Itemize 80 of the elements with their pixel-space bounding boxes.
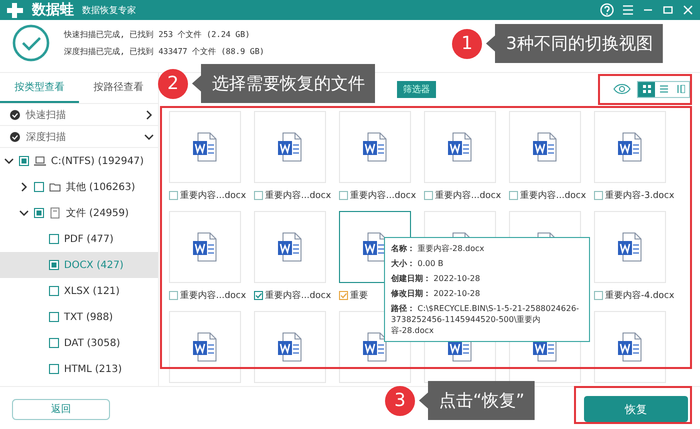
checkbox[interactable] [169,290,178,300]
checkbox[interactable] [19,156,29,166]
checkbox[interactable] [34,208,44,218]
scan-result-text: 深度扫描已完成, 已找到 433477 个文件 (88.9 GB) [64,46,264,57]
callout-box: 点击“恢复” [419,381,535,420]
close-icon[interactable] [682,4,694,16]
tooltip-line: 修改日期： 2022-10-28 [391,288,482,299]
checkbox[interactable] [339,290,348,300]
checkbox[interactable] [594,190,603,200]
file-name: 重要内容...docx [435,190,502,202]
folder-icon [49,181,61,193]
tooltip-line: 路径： C:\$RECYCLE.BIN\S-1-5-21-2588024626-3738252456-1145944520-500\重要内容-28.docx [391,303,580,336]
tree-item[interactable]: PDF (477) [0,226,158,252]
file-name: 重要内容...docx [350,190,416,202]
chevron-down-icon[interactable] [19,208,29,218]
checkmark-circle-icon [12,24,50,62]
check-circle-icon [10,132,20,142]
checkbox[interactable] [254,290,263,300]
drive-icon [34,155,46,167]
filter-button[interactable]: 筛选器 [397,80,436,98]
checkbox[interactable] [49,234,59,244]
chevron-down-icon[interactable] [144,132,154,142]
checkbox[interactable] [509,190,518,200]
file-name: 重要内容...docx [265,290,332,302]
tooltip-line: 创建日期： 2022-10-28 [391,273,482,284]
list-view-icon[interactable] [660,85,668,93]
scan-section-label[interactable]: 快速扫描 [26,108,138,122]
back-button[interactable]: 返回 [12,398,110,420]
menu-icon[interactable] [622,4,634,16]
view-tab[interactable]: 按路径查看 [79,73,158,103]
checkbox[interactable] [339,190,348,200]
app-name: 数据蛙 [32,1,74,19]
file-name: 重要内容...docx [520,190,586,202]
view-tab[interactable]: 按类型查看 [0,73,79,103]
checkbox[interactable] [49,286,59,296]
callout-box: 3种不同的切换视图 [486,24,663,63]
checkbox[interactable] [49,260,59,270]
step-number-badge: 1 [452,28,482,58]
view-mode-button[interactable] [638,82,655,96]
file-icon [49,207,61,219]
checkbox[interactable] [34,182,44,192]
checkbox[interactable] [49,312,59,322]
tree-item[interactable]: HTML (213) [0,356,158,382]
tree-item[interactable]: 文件 (24959) [0,200,158,226]
file-name: 重要内容...docx [180,290,246,302]
checkbox[interactable] [424,190,433,200]
tree-item[interactable]: TXT (988) [0,304,158,330]
tree-item[interactable]: 其他 (106263) [0,174,158,200]
checkbox[interactable] [594,290,603,300]
app-subtitle: 数据恢复专家 [82,4,136,16]
check-circle-icon [10,110,20,120]
chevron-down-icon[interactable] [4,156,14,166]
tree-item[interactable]: DAT (3058) [0,330,158,356]
logo-icon [6,2,24,18]
scan-result-text: 快速扫描已完成, 已找到 253 个文件 (2.24 GB) [64,29,251,40]
tree-item[interactable]: XLSX (121) [0,278,158,304]
checkbox[interactable] [49,364,59,374]
recover-button[interactable]: 恢复 [584,396,688,422]
file-name: 重要内容-3.docx [605,190,674,202]
tooltip-line: 名称： 重要内容-28.docx [391,243,486,254]
eye-icon[interactable] [613,83,631,95]
checkbox[interactable] [254,190,263,200]
grid-view-icon[interactable] [642,85,650,93]
help-icon[interactable] [600,3,614,17]
file-name: 重要内容...docx [180,190,246,202]
file-name: 重要内容...docx [265,190,332,202]
callout-box: 选择需要恢复的文件 [192,64,375,103]
tree-item[interactable]: C:(NTFS) (192947) [0,148,158,174]
checkbox[interactable] [49,338,59,348]
file-name: 重要内容-4.docx [605,290,674,302]
step-number-badge: 2 [158,68,188,98]
checkbox[interactable] [169,190,178,200]
file-name: 重要 [350,290,368,302]
columns-view-icon[interactable] [676,85,684,93]
chevron-right-icon[interactable] [144,110,154,120]
chevron-right-icon[interactable] [19,182,29,192]
maximize-icon[interactable] [662,4,674,16]
scan-section-label[interactable]: 深度扫描 [26,130,138,144]
step-number-badge: 3 [385,386,415,416]
tooltip-line: 大小： 0.00 B [391,258,444,269]
